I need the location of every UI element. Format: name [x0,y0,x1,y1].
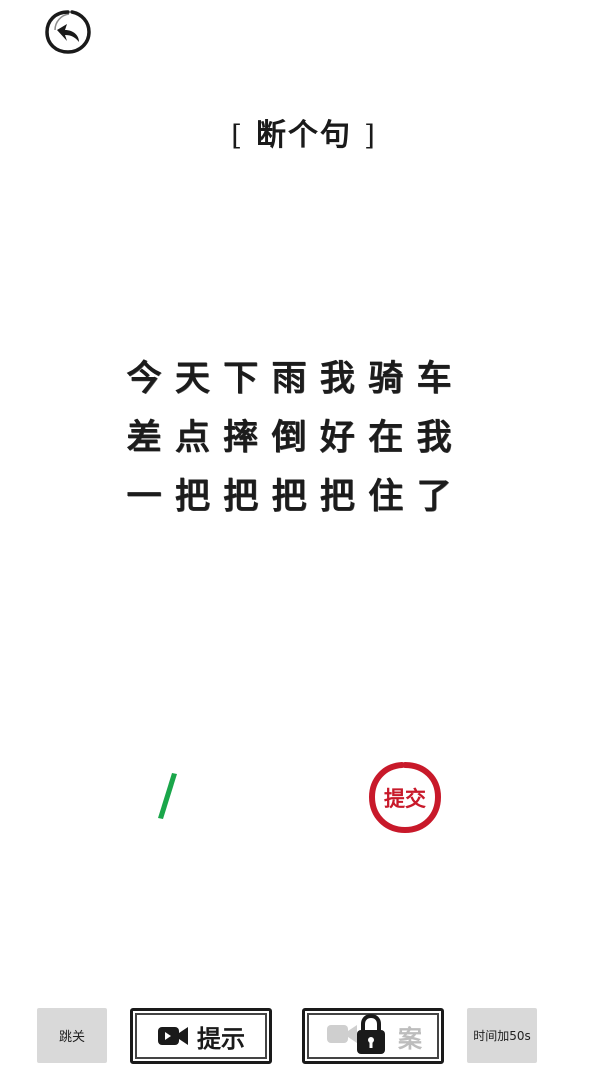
puzzle-char[interactable]: 骑 [366,350,406,401]
lock-icon [357,1013,385,1054]
hint-button[interactable]: 提示 [130,1008,272,1064]
puzzle-char[interactable]: 下 [221,350,261,401]
bottom-toolbar: 跳关 提示 案 时间加50s [0,1000,608,1070]
puzzle-line: 差 点 摔 倒 好 在 我 [124,405,454,464]
level-title: [ 断个句] [0,110,608,154]
video-camera-icon [158,1027,188,1045]
hint-label: 提示 [197,1023,245,1053]
puzzle-text: 今 天 下 雨 我 骑 车 差 点 摔 倒 好 在 我 一 把 把 把 把 住 … [124,346,454,523]
title-text: 断个句 [256,118,352,153]
puzzle-char[interactable]: 差 [124,409,164,460]
back-button[interactable] [42,8,94,56]
submit-button[interactable]: 提交 [366,760,444,836]
answer-icons [324,1013,390,1056]
skip-level-button[interactable]: 跳关 [37,1008,107,1063]
puzzle-char[interactable]: 天 [172,350,212,401]
add-time-button[interactable]: 时间加50s [467,1008,537,1063]
puzzle-char[interactable]: 了 [414,468,454,519]
puzzle-char[interactable]: 把 [317,468,357,519]
puzzle-char[interactable]: 把 [221,468,261,519]
puzzle-char[interactable]: 住 [366,468,406,519]
puzzle-char[interactable]: 把 [269,468,309,519]
puzzle-char[interactable]: 一 [124,468,164,519]
answer-label: 案 [398,1023,422,1053]
puzzle-line: 一 把 把 把 把 住 了 [124,464,454,523]
puzzle-line: 今 天 下 雨 我 骑 车 [124,346,454,405]
puzzle-char[interactable]: 我 [317,350,357,401]
break-mark-slash[interactable] [152,770,180,822]
puzzle-char[interactable]: 雨 [269,350,309,401]
slash-stroke-icon [158,773,177,819]
puzzle-char[interactable]: 车 [414,350,454,401]
back-arrow-icon [45,10,91,54]
puzzle-char[interactable]: 好 [317,409,357,460]
submit-label: 提交 [384,786,426,811]
puzzle-char[interactable]: 我 [414,409,454,460]
puzzle-char[interactable]: 今 [124,350,164,401]
game-screen: [ 断个句] 今 天 下 雨 我 骑 车 差 点 摔 倒 好 在 我 一 把 把 … [0,0,608,1080]
answer-button-locked[interactable]: 案 [302,1008,444,1064]
puzzle-char[interactable]: 点 [172,409,212,460]
title-open-bracket: [ [231,119,244,152]
puzzle-char[interactable]: 摔 [221,409,261,460]
puzzle-char[interactable]: 把 [172,468,212,519]
title-close-bracket: ] [364,119,377,152]
puzzle-char[interactable]: 在 [366,409,406,460]
puzzle-char[interactable]: 倒 [269,409,309,460]
